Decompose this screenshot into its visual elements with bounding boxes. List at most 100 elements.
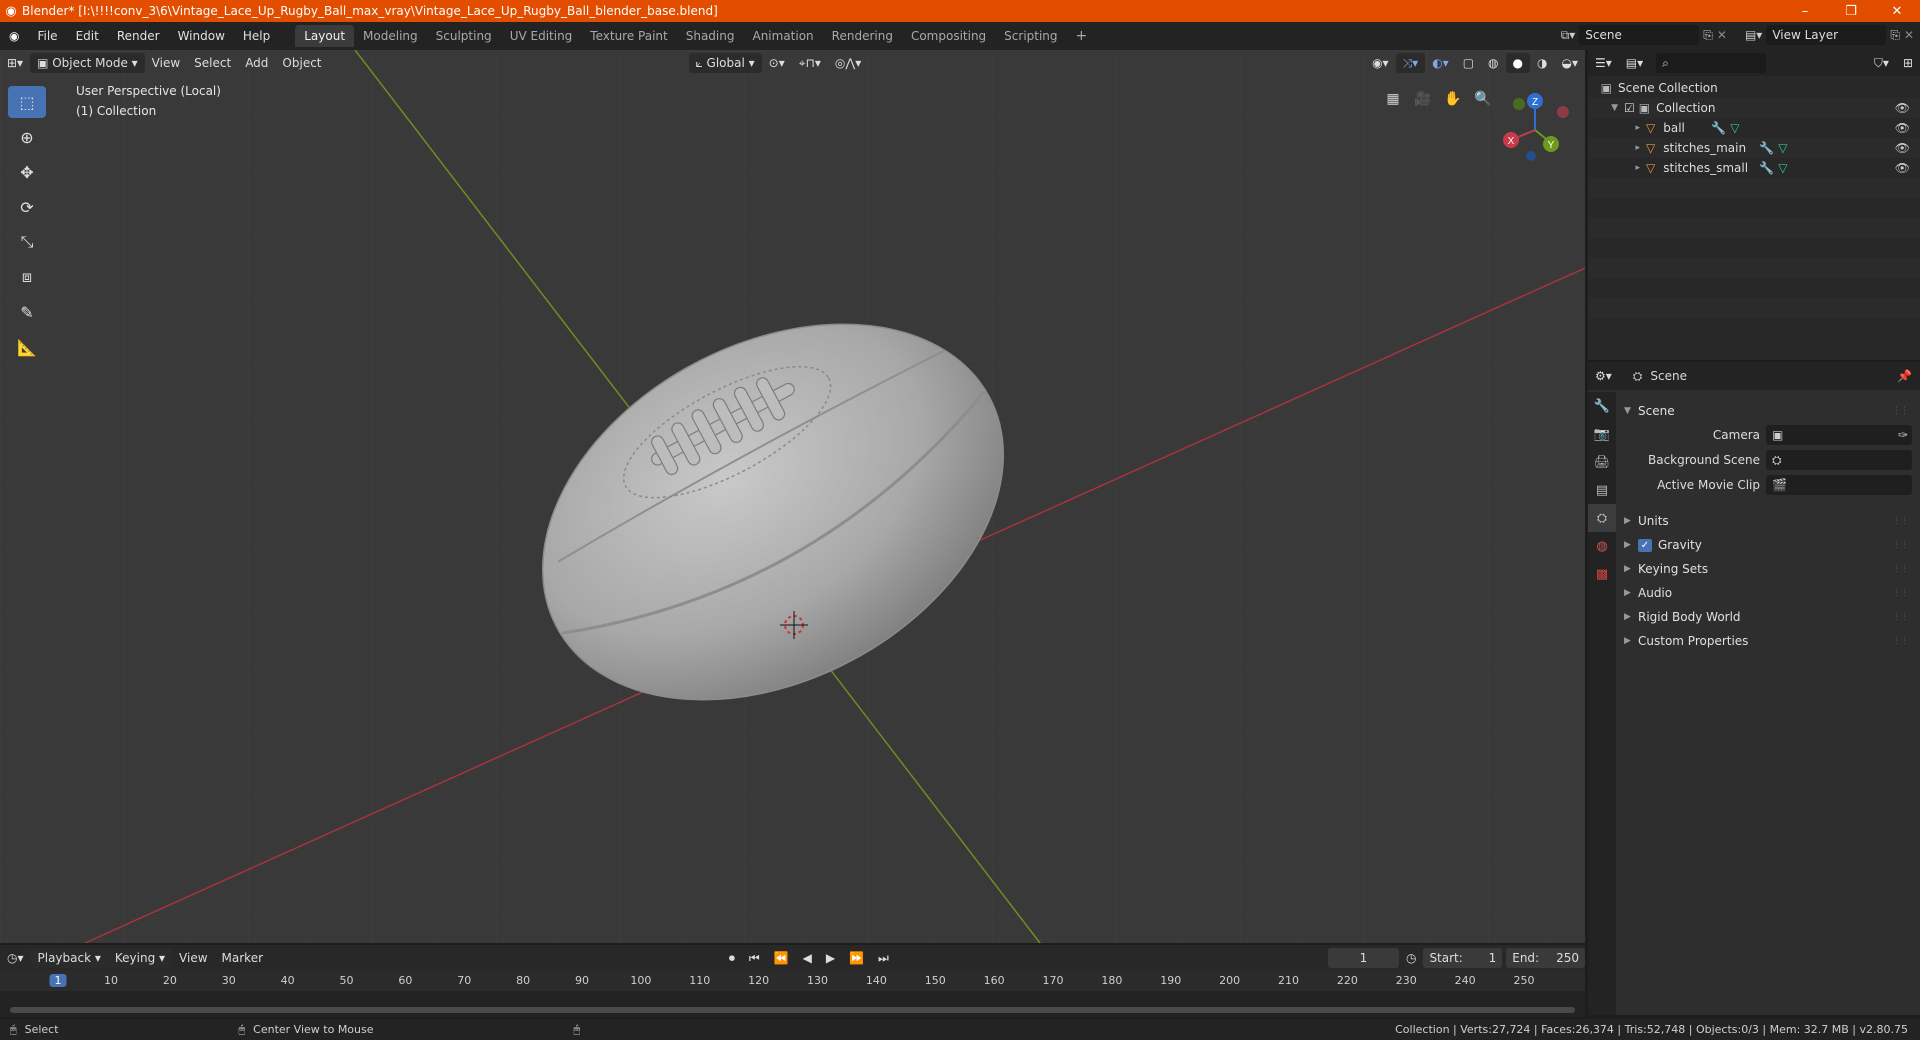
transform-orientation-selector[interactable]: ⟀ Global ▾ — [688, 53, 762, 73]
start-frame-field[interactable]: Start: 1 — [1423, 948, 1503, 968]
blender-menu-icon[interactable]: ◉ — [0, 29, 28, 43]
wireframe-shading-icon[interactable]: ◍ — [1481, 53, 1505, 73]
expand-icon[interactable]: ▸ — [1588, 143, 1640, 153]
menu-object[interactable]: Object — [275, 53, 328, 73]
new-collection-icon[interactable]: ⊞ — [1896, 53, 1920, 73]
view-layer-field[interactable]: View Layer — [1766, 25, 1887, 45]
play-reverse-icon[interactable]: ◀ — [796, 948, 819, 968]
menu-add[interactable]: Add — [238, 53, 275, 73]
editor-type-icon[interactable]: ⊞▾ — [0, 53, 30, 73]
cursor-icon[interactable]: ⊕ — [8, 121, 46, 153]
scene-selector-icon[interactable]: ⧉▾ — [1561, 28, 1576, 43]
zoom-icon[interactable]: 🔍 — [1470, 86, 1496, 112]
transform-icon[interactable]: ⧈ — [8, 261, 46, 293]
current-frame-field[interactable]: 1 — [1328, 948, 1399, 968]
menu-window[interactable]: Window — [169, 29, 234, 43]
pivot-point-icon[interactable]: ⊙▾ — [762, 53, 792, 73]
custom-properties-panel-header[interactable]: ▶ Custom Properties ⋮⋮ — [1624, 630, 1912, 652]
background-scene-field[interactable]: ⛭ — [1766, 450, 1912, 470]
drag-grip-icon[interactable]: ⋮⋮ — [1892, 540, 1909, 550]
rigid-body-world-panel-header[interactable]: ▶ Rigid Body World ⋮⋮ — [1624, 606, 1912, 628]
expand-icon[interactable]: ▼ — [1588, 103, 1618, 113]
outliner-row-stitches-small[interactable]: ▸ ▽ stitches_small 🔧 ▽ 👁 — [1588, 158, 1920, 178]
menu-marker[interactable]: Marker — [215, 948, 270, 968]
play-icon[interactable]: ▶ — [819, 948, 842, 968]
delete-view-layer-icon[interactable]: ✕ — [1904, 28, 1914, 42]
outliner-row-stitches-main[interactable]: ▸ ▽ stitches_main 🔧 ▽ 👁 — [1588, 138, 1920, 158]
maximize-button[interactable]: ❐ — [1828, 4, 1874, 19]
outliner-row-scene-collection[interactable]: ▣ Scene Collection — [1588, 78, 1920, 98]
tab-modeling[interactable]: Modeling — [354, 25, 427, 47]
expand-icon[interactable]: ▸ — [1588, 123, 1640, 133]
scene-name-field[interactable]: Scene — [1579, 25, 1700, 45]
outliner-row-ball[interactable]: ▸ ▽ ball 🔧 ▽ 👁 — [1588, 118, 1920, 138]
camera-field[interactable]: ▣ ✑ — [1766, 425, 1912, 445]
outliner-row-collection[interactable]: ▼ ☑ ▣ Collection 👁 — [1588, 98, 1920, 118]
texture-tab-icon[interactable]: ▩ — [1588, 560, 1616, 588]
menu-file[interactable]: File — [28, 29, 66, 43]
eye-icon[interactable]: 👁 — [1895, 101, 1910, 115]
menu-help[interactable]: Help — [234, 29, 279, 43]
mode-selector[interactable]: ▣ Object Mode ▾ — [30, 53, 145, 73]
scene-panel-header[interactable]: ▼ Scene ⋮⋮ — [1624, 400, 1912, 422]
material-shading-icon[interactable]: ◑ — [1530, 53, 1554, 73]
proportional-editing-icon[interactable]: ◎⋀▾ — [828, 53, 868, 73]
drag-grip-icon[interactable]: ⋮⋮ — [1892, 406, 1909, 416]
keying-sets-panel-header[interactable]: ▶ Keying Sets ⋮⋮ — [1624, 558, 1912, 580]
xray-icon[interactable]: ▢ — [1456, 53, 1481, 73]
jump-end-icon[interactable]: ⏭ — [871, 948, 896, 968]
select-box-icon[interactable]: ⬚ — [8, 86, 46, 118]
tab-sculpting[interactable]: Sculpting — [427, 25, 501, 47]
tab-scripting[interactable]: Scripting — [995, 25, 1066, 47]
timeline-editor-type-icon[interactable]: ◷▾ — [0, 948, 31, 968]
snap-icon[interactable]: ⌖⊓▾ — [792, 53, 828, 73]
overlays-icon[interactable]: ◐▾ — [1425, 53, 1456, 73]
navigation-gizmo[interactable]: Z Y X — [1495, 90, 1575, 170]
outliner-search-input[interactable]: ⌕ — [1656, 53, 1767, 73]
measure-icon[interactable]: 📐 — [8, 331, 46, 363]
expand-icon[interactable]: ▸ — [1588, 163, 1640, 173]
toggle-grid-icon[interactable]: ▦ — [1380, 86, 1406, 112]
scene-tab-icon[interactable]: ⛭ — [1588, 504, 1616, 532]
tab-layout[interactable]: Layout — [295, 25, 355, 47]
add-workspace-icon[interactable]: + — [1067, 24, 1097, 48]
playback-menu[interactable]: Playback ▾ — [30, 948, 108, 968]
tab-compositing[interactable]: Compositing — [902, 25, 995, 47]
new-view-layer-icon[interactable]: ⎘ — [1890, 28, 1900, 43]
menu-render[interactable]: Render — [108, 29, 169, 43]
eye-icon[interactable]: 👁 — [1895, 121, 1910, 135]
timeline-body[interactable] — [0, 991, 1585, 1017]
annotate-icon[interactable]: ✎ — [8, 296, 46, 328]
rendered-shading-icon[interactable]: ◒▾ — [1555, 53, 1586, 73]
view-layer-tab-icon[interactable]: ▤ — [1588, 476, 1616, 504]
gravity-checkbox[interactable]: ✓ — [1638, 538, 1652, 552]
prev-keyframe-icon[interactable]: ⏪ — [767, 948, 796, 968]
camera-view-icon[interactable]: 🎥 — [1410, 86, 1436, 112]
new-scene-icon[interactable]: ⎘ — [1703, 28, 1713, 43]
timeline-ruler[interactable]: 1 10 20 30 40 50 60 70 80 90 100 110 120 130 140 150 160… — [0, 971, 1585, 1017]
tab-texture-paint[interactable]: Texture Paint — [581, 25, 676, 47]
3d-viewport[interactable]: ⊞▾ ▣ Object Mode ▾ View Select Add Objec… — [0, 50, 1585, 943]
keying-menu[interactable]: Keying ▾ — [107, 948, 173, 968]
pin-icon[interactable]: 📌 — [1897, 369, 1912, 383]
drag-grip-icon[interactable]: ⋮⋮ — [1892, 516, 1909, 526]
visibility-icon[interactable]: ◉▾ — [1365, 53, 1396, 73]
record-icon[interactable]: ⏺ — [722, 948, 742, 968]
rotate-icon[interactable]: ⟳ — [8, 191, 46, 223]
end-frame-field[interactable]: End: 250 — [1506, 948, 1586, 968]
menu-edit[interactable]: Edit — [67, 29, 108, 43]
jump-start-icon[interactable]: ⏮ — [742, 948, 767, 968]
timeline-scrollbar[interactable] — [10, 1007, 1575, 1013]
delete-scene-icon[interactable]: ✕ — [1717, 28, 1727, 42]
menu-select[interactable]: Select — [187, 53, 238, 73]
display-mode-icon[interactable]: ▤▾ — [1619, 53, 1650, 73]
next-keyframe-icon[interactable]: ⏩ — [842, 948, 871, 968]
gravity-panel-header[interactable]: ▶ ✓ Gravity ⋮⋮ — [1624, 534, 1912, 556]
properties-editor-type-icon[interactable]: ⚙▾ — [1588, 366, 1619, 386]
drag-grip-icon[interactable]: ⋮⋮ — [1892, 612, 1909, 622]
render-tab-icon[interactable]: 📷 — [1588, 420, 1616, 448]
scale-icon[interactable]: ⤡ — [8, 226, 46, 258]
tab-shading[interactable]: Shading — [677, 25, 744, 47]
close-button[interactable]: ✕ — [1874, 4, 1920, 19]
gizmo-toggle-icon[interactable]: ⤨▾ — [1395, 53, 1426, 73]
